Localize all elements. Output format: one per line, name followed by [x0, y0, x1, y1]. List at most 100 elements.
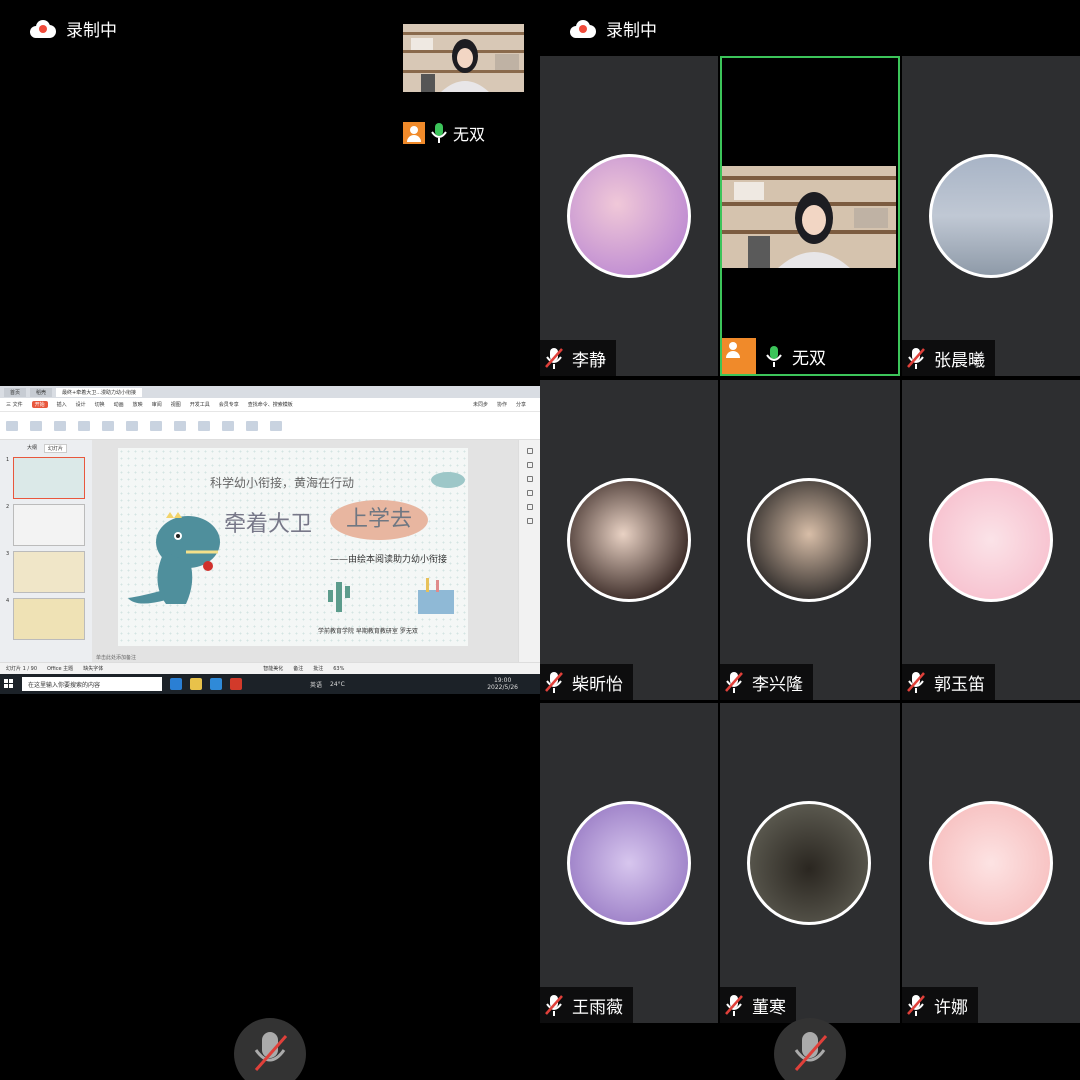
muted-microphone-icon: [725, 995, 743, 1016]
menu-home[interactable]: 开始: [31, 401, 48, 408]
theme-name: Office 主题: [47, 666, 74, 672]
comment-toggle[interactable]: 批注: [313, 665, 323, 672]
tool-icon[interactable]: [526, 490, 533, 496]
edge-icon[interactable]: [170, 678, 182, 690]
cloud-decoration: [431, 472, 465, 488]
taskbar-clock[interactable]: 19:00 2022/5/26: [487, 677, 518, 691]
recording-label: 录制中: [66, 21, 117, 41]
menu-design[interactable]: 设计: [76, 401, 86, 408]
play-icon[interactable]: [54, 420, 66, 431]
participant-name-tag: 许娜: [902, 987, 978, 1023]
slide-count: 幻灯片 1 / 90: [6, 666, 37, 672]
participant-name-tag: 无双: [722, 338, 836, 374]
textbox-icon[interactable]: [198, 420, 210, 431]
menu-transition[interactable]: 切换: [95, 401, 105, 408]
participant-tile[interactable]: 张晨曦: [902, 56, 1080, 376]
taskbar-search[interactable]: 在这里输入你要搜索的内容: [22, 677, 162, 691]
weather-temp[interactable]: 24°C: [330, 681, 345, 688]
menu-search[interactable]: 查找命令、搜索模板: [248, 401, 293, 408]
slide-top-line: 科学幼小衔接，黄海在行动: [210, 476, 355, 490]
tool-icon[interactable]: [526, 448, 533, 454]
current-slide[interactable]: 科学幼小衔接，黄海在行动 牵着大卫 上学去 ——由绘本阅读助力幼小衔接 学前教育…: [118, 448, 468, 646]
participant-name-tag: 李静: [540, 340, 616, 376]
recording-indicator-right: 录制中: [570, 16, 657, 41]
participant-tile[interactable]: 董寒: [720, 703, 900, 1023]
participant-tile[interactable]: 无双: [720, 56, 900, 376]
shape-icon[interactable]: [222, 420, 234, 431]
slide-canvas[interactable]: 科学幼小衔接，黄海在行动 牵着大卫 上学去 ——由绘本阅读助力幼小衔接 学前教育…: [92, 440, 518, 662]
mute-button-left[interactable]: [234, 1018, 306, 1080]
menu-collab[interactable]: 协作: [497, 401, 507, 408]
folder-icon[interactable]: [190, 678, 202, 690]
tab-docer[interactable]: 稻壳: [30, 387, 53, 397]
participant-tile[interactable]: 李兴隆: [720, 380, 900, 700]
participant-name-tag: 张晨曦: [902, 340, 995, 376]
participant-avatar: [929, 154, 1053, 278]
menu-view[interactable]: 视图: [171, 401, 181, 408]
menu-slideshow[interactable]: 放映: [133, 401, 143, 408]
participant-name-tag: 郭玉笛: [902, 664, 995, 700]
language-indicator[interactable]: 英语: [310, 680, 322, 689]
tool-icon[interactable]: [526, 476, 533, 482]
user-avatar-icon: [722, 338, 756, 374]
user-avatar-icon: [403, 122, 425, 144]
smart-beautify[interactable]: 智能美化: [263, 665, 283, 672]
menu-file[interactable]: 三 文件: [6, 401, 23, 408]
slide-panel: 大纲 幻灯片 1 2 3 4: [0, 440, 92, 662]
slide-thumbnail[interactable]: 4: [6, 598, 86, 640]
zoom-level[interactable]: 63%: [333, 666, 344, 672]
slide-thumbnail[interactable]: 1: [6, 457, 86, 499]
participant-name: 郭玉笛: [934, 674, 985, 695]
wps-icon[interactable]: [230, 678, 242, 690]
muted-microphone-icon: [907, 672, 925, 693]
participant-name-tag: 王雨薇: [540, 987, 633, 1023]
ribbon-toolbar: [0, 412, 540, 440]
pencil-cup-decoration: [418, 578, 454, 614]
participant-tile[interactable]: 郭玉笛: [902, 380, 1080, 700]
find-icon[interactable]: [270, 420, 282, 431]
new-slide-icon[interactable]: [78, 420, 90, 431]
self-video-thumbnail[interactable]: [403, 24, 524, 92]
notes-toggle[interactable]: 备注: [293, 665, 303, 672]
participant-avatar: [747, 801, 871, 925]
participant-avatar: [929, 478, 1053, 602]
participant-name: 董寒: [752, 997, 786, 1018]
meeting-screen: 录制中 录制中 无双 首页 稻壳 最终+牵着大卫...漫助力幼小衔接 三 文件 …: [0, 0, 1080, 1080]
layout-icon[interactable]: [102, 420, 114, 431]
paste-icon[interactable]: [6, 420, 18, 431]
tool-icon[interactable]: [526, 462, 533, 468]
cut-icon[interactable]: [30, 420, 42, 431]
notes-placeholder[interactable]: 单击此处添加备注: [96, 654, 136, 661]
participant-tile[interactable]: 李静: [540, 56, 718, 376]
tab-presentation[interactable]: 最终+牵着大卫...漫助力幼小衔接: [56, 387, 142, 397]
slide-thumbnail[interactable]: 3: [6, 551, 86, 593]
participant-tile[interactable]: 许娜: [902, 703, 1080, 1023]
menu-member[interactable]: 会员专享: [219, 401, 239, 408]
muted-microphone-icon: [794, 1032, 828, 1071]
tool-icon[interactable]: [526, 518, 533, 524]
bold-icon[interactable]: [150, 420, 162, 431]
menu-developer[interactable]: 开发工具: [190, 401, 210, 408]
menu-animation[interactable]: 动画: [114, 401, 124, 408]
image-icon[interactable]: [246, 420, 258, 431]
menu-insert[interactable]: 插入: [57, 401, 67, 408]
slide-thumbnail[interactable]: 2: [6, 504, 86, 546]
tab-outline[interactable]: 大纲: [24, 444, 40, 453]
font-icon[interactable]: [126, 420, 138, 431]
tab-home[interactable]: 首页: [4, 387, 27, 397]
mute-button-right[interactable]: [774, 1018, 846, 1080]
windows-start-icon[interactable]: [4, 679, 14, 689]
participant-tile[interactable]: 王雨薇: [540, 703, 718, 1023]
tab-slides[interactable]: 幻灯片: [44, 444, 68, 453]
slide-title-b: 上学去: [330, 500, 428, 540]
menu-share[interactable]: 分享: [516, 401, 526, 408]
menu-sync[interactable]: 未同步: [473, 401, 488, 408]
participant-tile[interactable]: 柴昕怡: [540, 380, 718, 700]
participant-name-tag: 柴昕怡: [540, 664, 633, 700]
tool-icon[interactable]: [526, 504, 533, 510]
align-icon[interactable]: [174, 420, 186, 431]
menu-review[interactable]: 审阅: [152, 401, 162, 408]
app-icon[interactable]: [210, 678, 222, 690]
shared-screen[interactable]: 首页 稻壳 最终+牵着大卫...漫助力幼小衔接 三 文件 开始 插入 设计 切换…: [0, 386, 540, 694]
font-missing[interactable]: 缺失字体: [83, 665, 103, 672]
